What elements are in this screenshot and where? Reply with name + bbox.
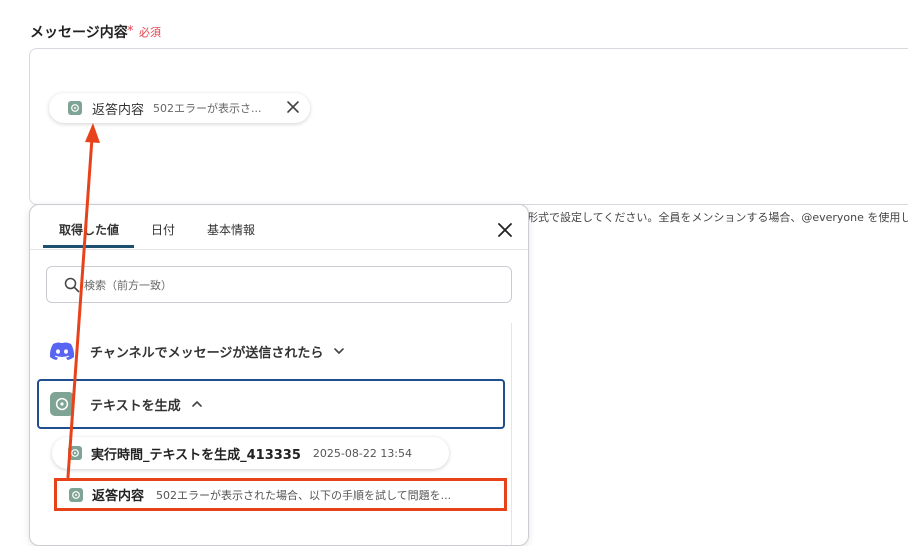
chevron-down-icon — [334, 348, 345, 354]
message-input-box[interactable] — [29, 48, 908, 205]
variable-item-execution-time[interactable]: 実行時間_テキストを生成_413335 2025-08-22 13:54 — [52, 437, 449, 469]
close-icon[interactable] — [285, 99, 301, 115]
discord-icon-wrap — [48, 337, 76, 365]
chatgpt-icon — [69, 487, 83, 502]
required-text: 必須 — [139, 26, 161, 39]
tab-basic-info[interactable]: 基本情報 — [207, 221, 255, 238]
message-variable-chip[interactable]: 返答内容 502エラーが表示さ... — [49, 93, 310, 123]
group-label: テキストを生成 — [90, 398, 181, 414]
chatgpt-icon — [68, 446, 82, 460]
field-label: メッセージ内容 — [30, 25, 128, 41]
discord-icon — [49, 342, 75, 360]
chevron-up-icon — [191, 401, 202, 407]
variable-item-response-content[interactable]: 返答内容 502エラーが表示された場合、以下の手順を試して問題を... — [54, 478, 507, 511]
group-label: チャンネルでメッセージが送信されたら — [90, 345, 324, 361]
scrollbar[interactable] — [511, 323, 512, 545]
item-label: 実行時間_テキストを生成_413335 — [91, 447, 301, 463]
tab-acquired-values[interactable]: 取得した値 — [59, 221, 119, 238]
item-value: 2025-08-22 13:54 — [312, 446, 413, 460]
close-icon[interactable] — [496, 221, 514, 239]
item-value: 502エラーが表示された場合、以下の手順を試して問題を... — [156, 488, 452, 502]
search-field — [46, 266, 512, 303]
group-text-generation[interactable]: テキストを生成 — [37, 379, 505, 429]
chatgpt-icon — [50, 392, 74, 416]
search-icon — [64, 277, 80, 293]
tab-bar: 取得した値 日付 基本情報 — [30, 205, 528, 250]
chatgpt-icon-wrap — [48, 390, 76, 418]
hint-text: 形式で設定してください。全員をメンションする場合、@everyone を使用しま… — [527, 211, 908, 224]
chip-value: 502エラーが表示さ... — [153, 102, 262, 115]
search-input[interactable] — [84, 275, 504, 295]
active-tab-indicator — [43, 245, 134, 248]
tab-date[interactable]: 日付 — [151, 221, 175, 238]
chatgpt-icon — [68, 101, 82, 115]
chip-label: 返答内容 — [92, 102, 145, 118]
required-star: * — [127, 24, 134, 39]
item-label: 返答内容 — [92, 489, 145, 504]
group-discord-trigger[interactable]: チャンネルでメッセージが送信されたら — [37, 326, 505, 376]
